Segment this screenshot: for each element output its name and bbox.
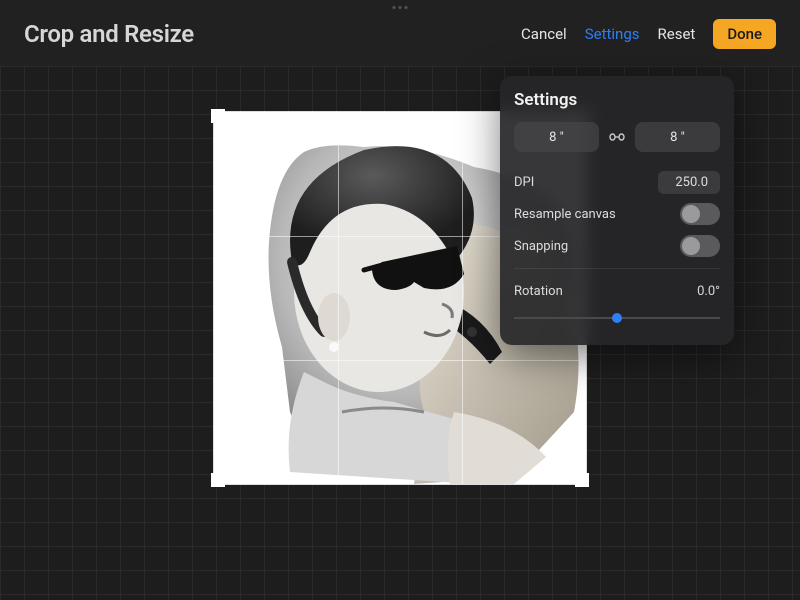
snapping-toggle[interactable] xyxy=(680,235,720,257)
height-input[interactable]: 8 " xyxy=(635,122,720,152)
window-grab-handle[interactable] xyxy=(393,6,408,9)
resample-row: Resample canvas xyxy=(514,198,720,230)
resample-toggle[interactable] xyxy=(680,203,720,225)
settings-button[interactable]: Settings xyxy=(585,25,640,43)
header-actions: Cancel Settings Reset Done xyxy=(521,19,776,49)
cancel-button[interactable]: Cancel xyxy=(521,25,567,43)
snapping-row: Snapping xyxy=(514,230,720,262)
rotation-slider[interactable] xyxy=(514,311,720,325)
rotation-row: Rotation 0.0° xyxy=(514,275,720,307)
rotation-slider-knob[interactable] xyxy=(612,313,622,323)
dpi-row: DPI 250.0 xyxy=(514,166,720,198)
dimensions-row: 8 " 8 " xyxy=(514,122,720,152)
link-dimensions-icon[interactable] xyxy=(607,131,627,143)
workspace[interactable]: Settings 8 " 8 " DPI 250.0 Resample canv… xyxy=(0,66,800,600)
reset-button[interactable]: Reset xyxy=(658,25,696,43)
done-button[interactable]: Done xyxy=(713,19,776,49)
settings-panel: Settings 8 " 8 " DPI 250.0 Resample canv… xyxy=(500,76,734,345)
rotation-value: 0.0° xyxy=(697,284,720,299)
settings-panel-title: Settings xyxy=(514,90,720,110)
resample-label: Resample canvas xyxy=(514,207,616,222)
header-bar: Crop and Resize Cancel Settings Reset Do… xyxy=(0,0,800,66)
snapping-label: Snapping xyxy=(514,239,568,254)
dpi-label: DPI xyxy=(514,175,534,190)
dpi-value[interactable]: 250.0 xyxy=(658,171,720,194)
width-input[interactable]: 8 " xyxy=(514,122,599,152)
rotation-label: Rotation xyxy=(514,284,563,299)
page-title: Crop and Resize xyxy=(24,20,194,48)
